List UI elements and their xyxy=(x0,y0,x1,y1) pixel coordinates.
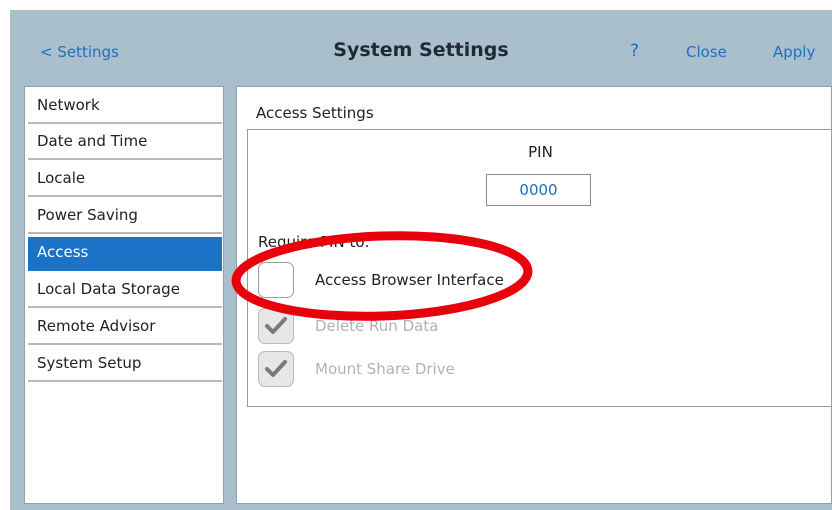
sidebar-item-date-and-time[interactable]: Date and Time xyxy=(28,126,222,160)
sidebar-item-power-saving[interactable]: Power Saving xyxy=(28,200,222,234)
close-button[interactable]: Close xyxy=(686,43,727,61)
option-access-browser-interface[interactable]: Access Browser Interface xyxy=(258,262,818,298)
access-browser-interface-checkbox[interactable] xyxy=(258,262,294,298)
mount-share-drive-checkbox xyxy=(258,351,294,387)
require-pin-label: Require PIN to: xyxy=(258,233,370,251)
apply-button[interactable]: Apply xyxy=(773,43,815,61)
option-label: Mount Share Drive xyxy=(315,360,455,378)
option-delete-run-data: Delete Run Data xyxy=(258,308,818,344)
pin-label: PIN xyxy=(528,143,553,161)
option-mount-share-drive: Mount Share Drive xyxy=(258,351,818,387)
settings-sidebar: Network Date and Time Locale Power Savin… xyxy=(24,86,224,504)
sidebar-item-system-setup[interactable]: System Setup xyxy=(28,348,222,382)
sidebar-item-access[interactable]: Access xyxy=(28,237,222,271)
sidebar-item-local-data-storage[interactable]: Local Data Storage xyxy=(28,274,222,308)
sidebar-item-network[interactable]: Network xyxy=(28,90,222,124)
access-settings-panel: Access Settings PIN 0000 Require PIN to:… xyxy=(236,86,832,504)
delete-run-data-checkbox xyxy=(258,308,294,344)
system-settings-window: < Settings System Settings ? Close Apply… xyxy=(10,10,832,510)
access-settings-group: PIN 0000 Require PIN to: Access Browser … xyxy=(247,129,832,407)
section-title: Access Settings xyxy=(256,104,374,122)
checkmark-icon xyxy=(265,360,287,377)
help-button[interactable]: ? xyxy=(630,41,639,61)
pin-input[interactable]: 0000 xyxy=(486,174,591,206)
header-bar: < Settings System Settings ? Close Apply xyxy=(10,10,832,85)
sidebar-item-remote-advisor[interactable]: Remote Advisor xyxy=(28,311,222,345)
option-label: Access Browser Interface xyxy=(315,271,504,289)
sidebar-item-locale[interactable]: Locale xyxy=(28,163,222,197)
checkmark-icon xyxy=(265,317,287,334)
option-label: Delete Run Data xyxy=(315,317,439,335)
